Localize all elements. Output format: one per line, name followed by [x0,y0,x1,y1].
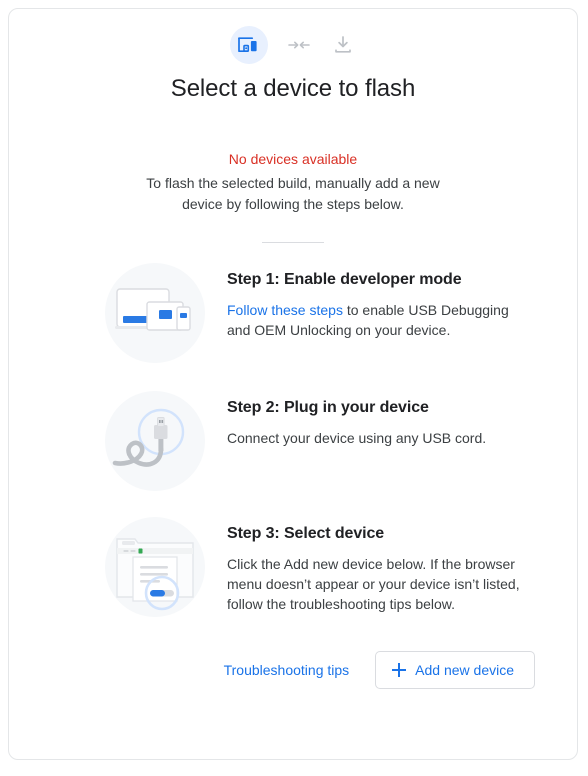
step-body: Step 1: Enable developer mode Follow the… [227,263,535,340]
devices-icon[interactable] [230,26,268,64]
dialog-step-icons [9,9,577,64]
status-message: No devices available [228,151,358,167]
page-title: Select a device to flash [170,75,416,102]
step-body: Step 2: Plug in your device Connect your… [227,391,535,448]
browser-document-illustration [105,517,205,617]
plus-icon [392,663,407,677]
follow-these-steps-link[interactable]: Follow these steps [227,302,343,318]
step-title: Step 1: Enable developer mode [227,271,462,288]
step-item: Step 3: Select device Click the Add new … [9,517,577,617]
step-title: Step 2: Plug in your device [227,399,429,416]
step-text: Follow these steps to enable USB Debuggi… [227,300,535,340]
step-item: Step 1: Enable developer mode Follow the… [9,263,577,363]
status-description: To flash the selected build, manually ad… [146,175,440,212]
steps-list: Step 1: Enable developer mode Follow the… [9,263,577,617]
step-body: Step 3: Select device Click the Add new … [227,517,535,614]
merge-arrows-icon [286,32,312,58]
add-new-device-label: Add new device [415,662,514,678]
usb-cable-illustration [105,391,205,491]
section-divider [262,242,324,243]
download-icon [330,32,356,58]
add-new-device-button[interactable]: Add new device [375,651,535,689]
step-text: Click the Add new device below. If the b… [227,556,520,612]
step-item: Step 2: Plug in your device Connect your… [9,391,577,491]
devices-illustration [105,263,205,363]
step-title: Step 3: Select device [227,525,385,542]
select-device-dialog: Select a device to flash No devices avai… [8,8,578,760]
troubleshooting-tips-button[interactable]: Troubleshooting tips [218,654,356,686]
dialog-footer: Troubleshooting tips Add new device [9,651,577,689]
step-text: Connect your device using any USB cord. [227,430,487,446]
